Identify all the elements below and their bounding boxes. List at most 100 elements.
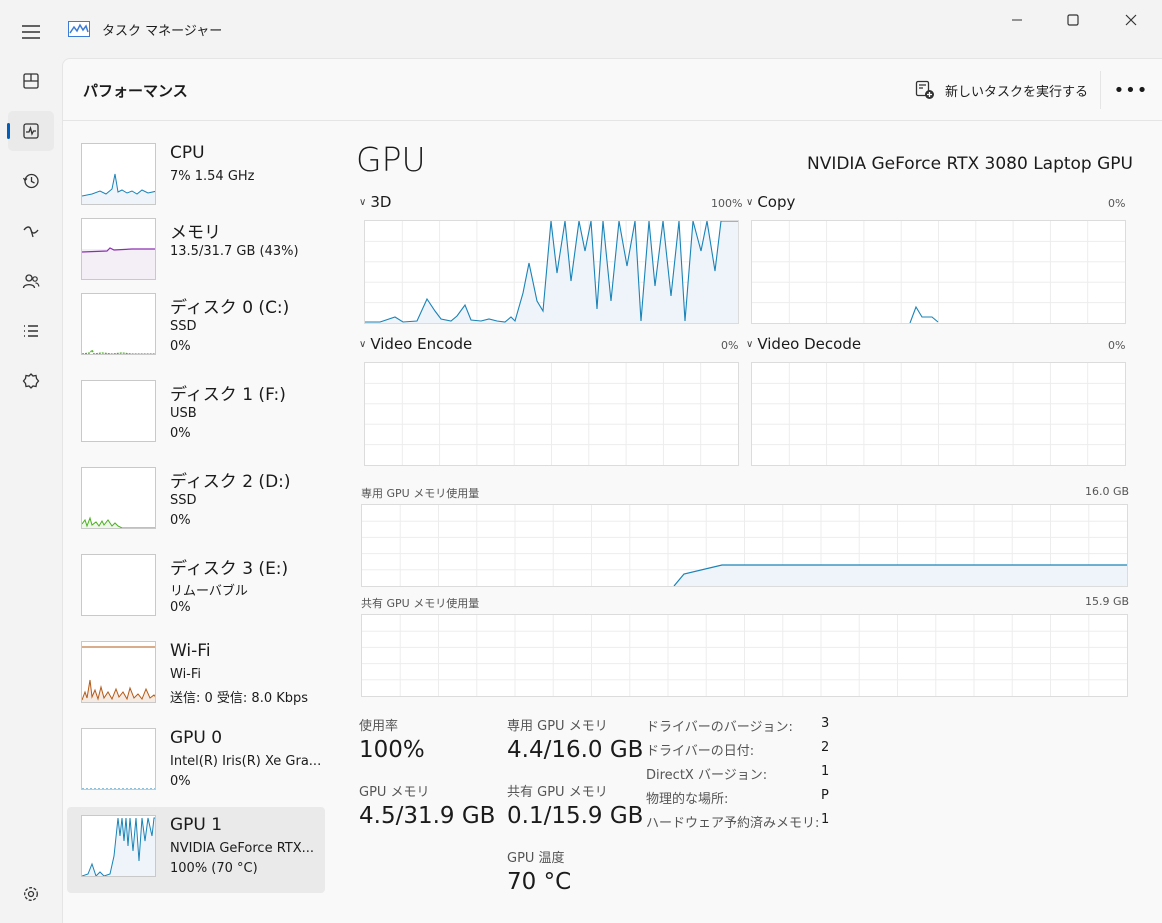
engine-pct: 100% xyxy=(711,197,743,210)
resource-name: ディスク 3 (E:) xyxy=(170,559,289,579)
chevron-down-icon: ∨ xyxy=(746,338,754,350)
resource-sub: リムーバブル xyxy=(170,584,248,599)
page-header: パフォーマンス 新しいタスクを実行する ••• xyxy=(63,59,1162,121)
close-button[interactable] xyxy=(1102,0,1160,40)
info-label: 物理的な場所: xyxy=(646,792,729,807)
resource-item-disk-2[interactable]: ディスク 2 (D:) SSD 0% xyxy=(67,459,325,545)
cpu-thumbnail xyxy=(81,143,156,205)
gpu0-thumbnail xyxy=(81,728,156,790)
nav-rail xyxy=(0,58,62,923)
title-bar: タスク マネージャー xyxy=(0,0,1162,58)
minimize-button[interactable] xyxy=(988,0,1046,40)
nav-processes[interactable] xyxy=(8,61,54,101)
more-options-button[interactable]: ••• xyxy=(1111,79,1151,101)
processes-icon xyxy=(23,73,39,89)
graph-copy xyxy=(751,220,1126,324)
info-label: ドライバーの日付: xyxy=(646,744,755,759)
engine-pct: 0% xyxy=(1108,197,1126,210)
nav-startup[interactable] xyxy=(8,211,54,251)
resource-sub: 送信: 0 受信: 8.0 Kbps xyxy=(170,691,309,706)
users-icon xyxy=(22,274,40,289)
resource-item-disk-0[interactable]: ディスク 0 (C:) SSD 0% xyxy=(67,285,325,371)
nav-users[interactable] xyxy=(8,261,54,301)
chevron-down-icon: ∨ xyxy=(746,196,754,208)
main-panel: パフォーマンス 新しいタスクを実行する ••• CPU 7% 1.54 GHz … xyxy=(62,58,1162,923)
resource-item-disk-3[interactable]: ディスク 3 (E:) リムーバブル 0% xyxy=(67,546,325,632)
app-title: タスク マネージャー xyxy=(102,24,223,39)
usage-value: 100% xyxy=(359,737,425,763)
nav-details[interactable] xyxy=(8,311,54,351)
engine-name: Copy xyxy=(757,193,796,211)
disk2-thumbnail xyxy=(81,467,156,529)
wifi-thumbnail xyxy=(81,641,156,703)
resource-sub: 0% xyxy=(170,774,191,789)
services-icon xyxy=(22,373,40,389)
resource-item-gpu-0[interactable]: GPU 0 Intel(R) Iris(R) Xe Gra... 0% xyxy=(67,720,325,806)
resource-sub: Intel(R) Iris(R) Xe Gra... xyxy=(170,754,322,769)
resource-item-gpu-1[interactable]: GPU 1 NVIDIA GeForce RTX... 100% (70 °C) xyxy=(67,807,325,893)
resource-name: ディスク 1 (F:) xyxy=(170,385,286,405)
resource-sub: 7% 1.54 GHz xyxy=(170,169,255,184)
resource-name: GPU 0 xyxy=(170,728,223,748)
shared-memory-graph xyxy=(361,614,1128,697)
resource-name: ディスク 2 (D:) xyxy=(170,472,291,492)
startup-icon xyxy=(23,226,39,238)
memory-thumbnail xyxy=(81,218,156,280)
resource-sub: Wi-Fi xyxy=(170,667,202,682)
resource-sub: NVIDIA GeForce RTX... xyxy=(170,841,315,856)
engine-pct: 0% xyxy=(721,339,739,352)
detail-title: GPU xyxy=(356,140,426,179)
details-icon xyxy=(24,325,38,337)
graph-video-decode xyxy=(751,362,1126,466)
engine-selector-copy[interactable]: ∨ Copy xyxy=(746,193,795,211)
resource-sub: 0% xyxy=(170,513,191,528)
nav-app-history[interactable] xyxy=(8,161,54,201)
resource-sub: 0% xyxy=(170,339,191,354)
resource-name: メモリ xyxy=(170,223,221,243)
shared-gpu-memory-label: 共有 GPU メモリ xyxy=(507,785,608,800)
info-value: 1 xyxy=(821,812,829,827)
resource-item-cpu[interactable]: CPU 7% 1.54 GHz xyxy=(67,135,325,221)
new-task-button[interactable]: 新しいタスクを実行する xyxy=(915,79,1088,101)
engine-name: 3D xyxy=(370,193,392,211)
gear-icon xyxy=(24,887,38,901)
gpu-temperature-value: 70 °C xyxy=(507,869,572,895)
disk3-thumbnail xyxy=(81,554,156,616)
resource-sub: SSD xyxy=(170,319,197,334)
info-value: 1 xyxy=(821,764,829,779)
info-label: DirectX バージョン: xyxy=(646,768,768,783)
shared-memory-label: 共有 GPU メモリ使用量 xyxy=(361,597,480,610)
info-label: ハードウェア予約済みメモリ: xyxy=(646,816,820,831)
resource-item-disk-1[interactable]: ディスク 1 (F:) USB 0% xyxy=(67,372,325,458)
nav-performance[interactable] xyxy=(7,111,54,151)
engine-selector-3d[interactable]: ∨ 3D xyxy=(359,193,391,211)
nav-services[interactable] xyxy=(8,361,54,401)
header-divider xyxy=(1100,71,1101,109)
disk0-thumbnail xyxy=(81,293,156,355)
info-label: ドライバーのバージョン: xyxy=(646,720,793,735)
resource-sub: 0% xyxy=(170,600,191,615)
menu-icon[interactable] xyxy=(12,18,50,46)
resource-sub: SSD xyxy=(170,493,197,508)
engine-selector-video-encode[interactable]: ∨ Video Encode xyxy=(359,335,472,353)
resource-item-wifi[interactable]: Wi-Fi Wi-Fi 送信: 0 受信: 8.0 Kbps xyxy=(67,633,325,719)
gpu-memory-value: 4.5/31.9 GB xyxy=(359,803,496,829)
dedicated-memory-label: 専用 GPU メモリ使用量 xyxy=(361,487,480,500)
nav-settings[interactable] xyxy=(8,874,54,914)
usage-label: 使用率 xyxy=(359,719,399,734)
disk1-thumbnail xyxy=(81,380,156,442)
maximize-button[interactable] xyxy=(1044,0,1102,40)
chevron-down-icon: ∨ xyxy=(359,338,367,350)
dedicated-memory-graph xyxy=(361,504,1128,587)
gpu1-thumbnail xyxy=(81,815,156,877)
engine-selector-video-decode[interactable]: ∨ Video Decode xyxy=(746,335,861,353)
graph-video-encode xyxy=(364,362,739,466)
dedicated-memory-max: 16.0 GB xyxy=(1085,485,1130,498)
info-value: 3 xyxy=(821,716,829,731)
new-task-icon xyxy=(915,80,934,99)
graph-3d xyxy=(364,220,739,324)
chevron-down-icon: ∨ xyxy=(359,196,367,208)
engine-name: Video Decode xyxy=(757,335,862,353)
resource-item-memory[interactable]: メモリ 13.5/31.7 GB (43%) xyxy=(67,210,325,296)
dedicated-gpu-memory-label: 専用 GPU メモリ xyxy=(507,719,608,734)
